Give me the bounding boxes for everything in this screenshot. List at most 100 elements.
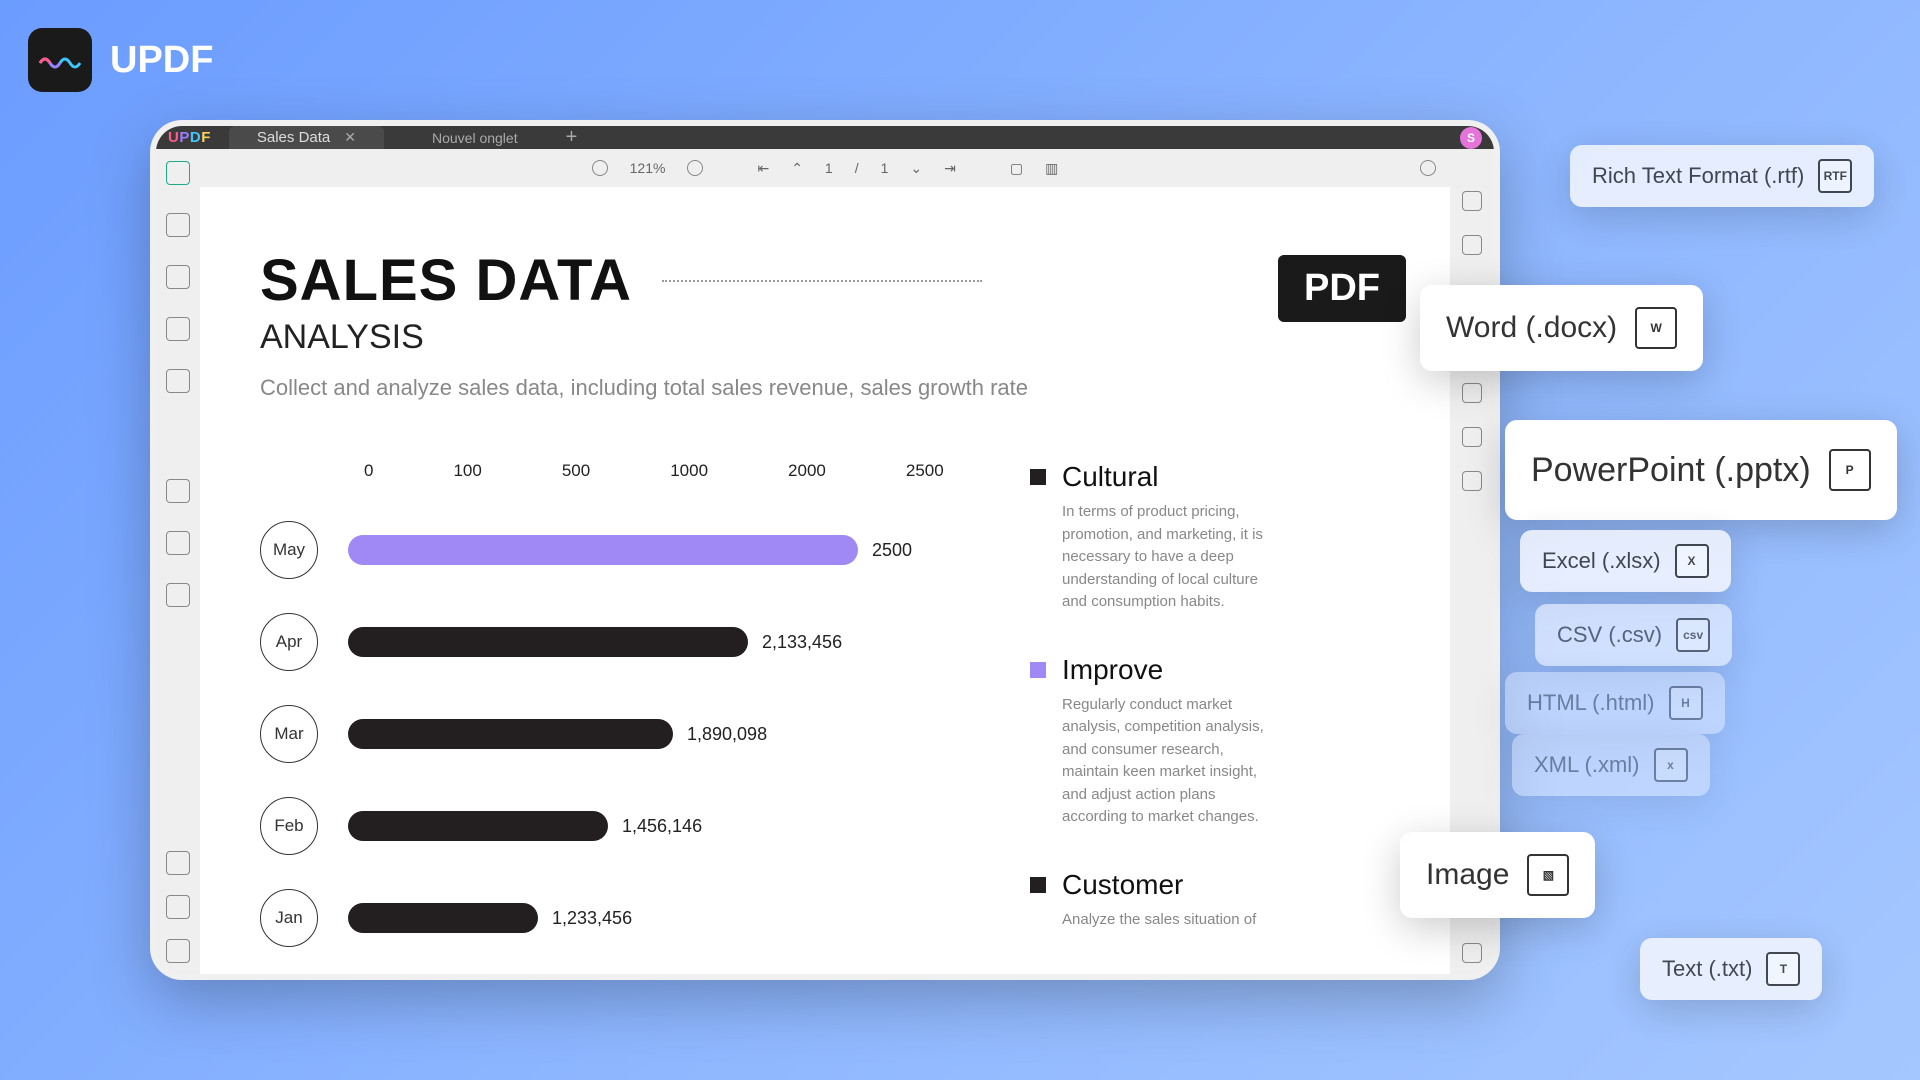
export-icon[interactable] xyxy=(1462,191,1482,211)
page-subtitle: ANALYSIS xyxy=(260,318,1390,357)
format-rtf-card[interactable]: Rich Text Format (.rtf) RTF xyxy=(1570,145,1874,207)
tab-add-button[interactable]: + xyxy=(566,126,578,149)
pdf-badge: PDF xyxy=(1278,255,1406,322)
format-pptx-card[interactable]: PowerPoint (.pptx) P xyxy=(1505,420,1897,520)
brand-logo: UPDF xyxy=(28,28,213,92)
bar-chart: 0 100 500 1000 2000 2500 May 2500 Apr 2,133… xyxy=(260,461,940,974)
bar-value: 2,133,456 xyxy=(762,632,842,653)
app-window: UPDF Sales Data ✕ Nouvel onglet + S xyxy=(150,120,1500,980)
format-xlsx-card[interactable]: Excel (.xlsx) X xyxy=(1520,530,1731,592)
bar-row: Jan 1,233,456 xyxy=(260,889,940,947)
bar-label: Mar xyxy=(260,705,318,763)
layout-icon[interactable]: ▥ xyxy=(1045,160,1058,177)
bar-row: Feb 1,456,146 xyxy=(260,797,940,855)
tab-new[interactable]: Nouvel onglet xyxy=(392,130,558,146)
format-image-card[interactable]: Image ▧ xyxy=(1400,832,1595,918)
close-icon[interactable]: ✕ xyxy=(344,129,356,146)
xlsx-icon: X xyxy=(1675,544,1709,578)
bar-row: May 2500 xyxy=(260,521,940,579)
tool-pages-icon[interactable] xyxy=(166,851,190,875)
bar xyxy=(348,535,858,565)
bar-value: 2500 xyxy=(872,540,912,561)
rtf-icon: RTF xyxy=(1818,159,1852,193)
bar-value: 1,233,456 xyxy=(552,908,632,929)
legend-swatch xyxy=(1030,877,1046,893)
next-page-button[interactable]: ⌄ xyxy=(910,160,922,177)
format-html-card[interactable]: HTML (.html) H xyxy=(1505,672,1725,734)
bar-label: Feb xyxy=(260,797,318,855)
csv-icon: csv xyxy=(1676,618,1710,652)
avatar[interactable]: S xyxy=(1460,127,1482,149)
bar-value: 1,456,146 xyxy=(622,816,702,837)
format-label: XML (.xml) xyxy=(1534,752,1640,778)
left-toolbar xyxy=(156,149,200,974)
format-xml-card[interactable]: XML (.xml) x xyxy=(1512,734,1710,796)
last-page-button[interactable]: ⇥ xyxy=(944,160,956,177)
legend-description: Regularly conduct market analysis, compe… xyxy=(1062,694,1272,829)
tool-edit-icon[interactable] xyxy=(166,369,190,393)
zoom-in-button[interactable] xyxy=(687,160,703,176)
word-icon: W xyxy=(1635,307,1677,349)
legend-title: Customer xyxy=(1062,869,1183,901)
cloud-icon[interactable] xyxy=(1462,383,1482,403)
format-label: PowerPoint (.pptx) xyxy=(1531,451,1811,490)
zoom-level: 121% xyxy=(630,160,666,176)
chart-legend: CulturalIn terms of product pricing, pro… xyxy=(940,461,1390,974)
bar-row: Mar1,890,098 xyxy=(260,705,940,763)
txt-icon: T xyxy=(1766,952,1800,986)
tab-label: Sales Data xyxy=(257,129,330,146)
tab-active[interactable]: Sales Data ✕ xyxy=(229,126,384,149)
legend-swatch xyxy=(1030,469,1046,485)
legend-swatch xyxy=(1030,662,1046,678)
page-sep: / xyxy=(855,160,859,176)
legend-title: Cultural xyxy=(1062,461,1158,493)
format-label: Image xyxy=(1426,858,1509,892)
document-page: PDF SALES DATA ANALYSIS Collect and anal… xyxy=(200,187,1450,974)
format-label: CSV (.csv) xyxy=(1557,622,1662,648)
tool-attachment-icon[interactable] xyxy=(166,939,190,963)
bar-label: May xyxy=(260,521,318,579)
tool-bookmark-icon[interactable] xyxy=(166,895,190,919)
format-label: Excel (.xlsx) xyxy=(1542,548,1661,574)
format-word-card[interactable]: Word (.docx) W xyxy=(1420,285,1703,371)
legend-title: Improve xyxy=(1062,654,1163,686)
settings-icon[interactable] xyxy=(1462,427,1482,447)
image-icon: ▧ xyxy=(1527,854,1569,896)
brand-logo-icon xyxy=(28,28,92,92)
document-toolbar: 121% ⇤ ⌃ 1 / 1 ⌄ ⇥ ▢ ▥ xyxy=(200,149,1450,187)
pptx-icon: P xyxy=(1829,449,1871,491)
brand-name: UPDF xyxy=(110,39,213,82)
tool-annotate-icon[interactable] xyxy=(166,265,190,289)
format-label: HTML (.html) xyxy=(1527,690,1655,716)
search-icon[interactable] xyxy=(1420,160,1436,176)
tool-layers-icon[interactable] xyxy=(166,531,190,555)
undo-icon[interactable] xyxy=(1462,471,1482,491)
tool-thumbnail-icon[interactable] xyxy=(166,317,190,341)
chart-axis: 0 100 500 1000 2000 2500 xyxy=(260,461,940,481)
legend-item: Improve Regularly conduct market analysis… xyxy=(1030,654,1390,829)
bar-label: Apr xyxy=(260,613,318,671)
first-page-button[interactable]: ⇤ xyxy=(757,160,769,177)
tool-highlight-icon[interactable] xyxy=(166,213,190,237)
zoom-out-button[interactable] xyxy=(592,160,608,176)
bar xyxy=(348,627,748,657)
prev-page-button[interactable]: ⌃ xyxy=(791,160,803,177)
bar-row: Apr 2,133,456 xyxy=(260,613,940,671)
presentation-icon[interactable]: ▢ xyxy=(1010,160,1023,177)
tool-form-icon[interactable] xyxy=(166,583,190,607)
tool-view-icon[interactable] xyxy=(166,161,190,185)
legend-item: CulturalIn terms of product pricing, pro… xyxy=(1030,461,1390,614)
tool-cursor-icon[interactable] xyxy=(166,479,190,503)
html-icon: H xyxy=(1669,686,1703,720)
page-current[interactable]: 1 xyxy=(825,160,833,176)
bar xyxy=(348,719,673,749)
page-title: SALES DATA xyxy=(260,247,1390,314)
format-csv-card[interactable]: CSV (.csv) csv xyxy=(1535,604,1732,666)
legend-item: Customer Analyze the sales situation of xyxy=(1030,869,1390,932)
share-icon[interactable] xyxy=(1462,235,1482,255)
chat-icon[interactable] xyxy=(1462,943,1482,963)
bar-label: Jan xyxy=(260,889,318,947)
titlebar: UPDF Sales Data ✕ Nouvel onglet + S xyxy=(156,126,1494,149)
format-txt-card[interactable]: Text (.txt) T xyxy=(1640,938,1822,1000)
legend-description: Analyze the sales situation of xyxy=(1062,909,1272,932)
